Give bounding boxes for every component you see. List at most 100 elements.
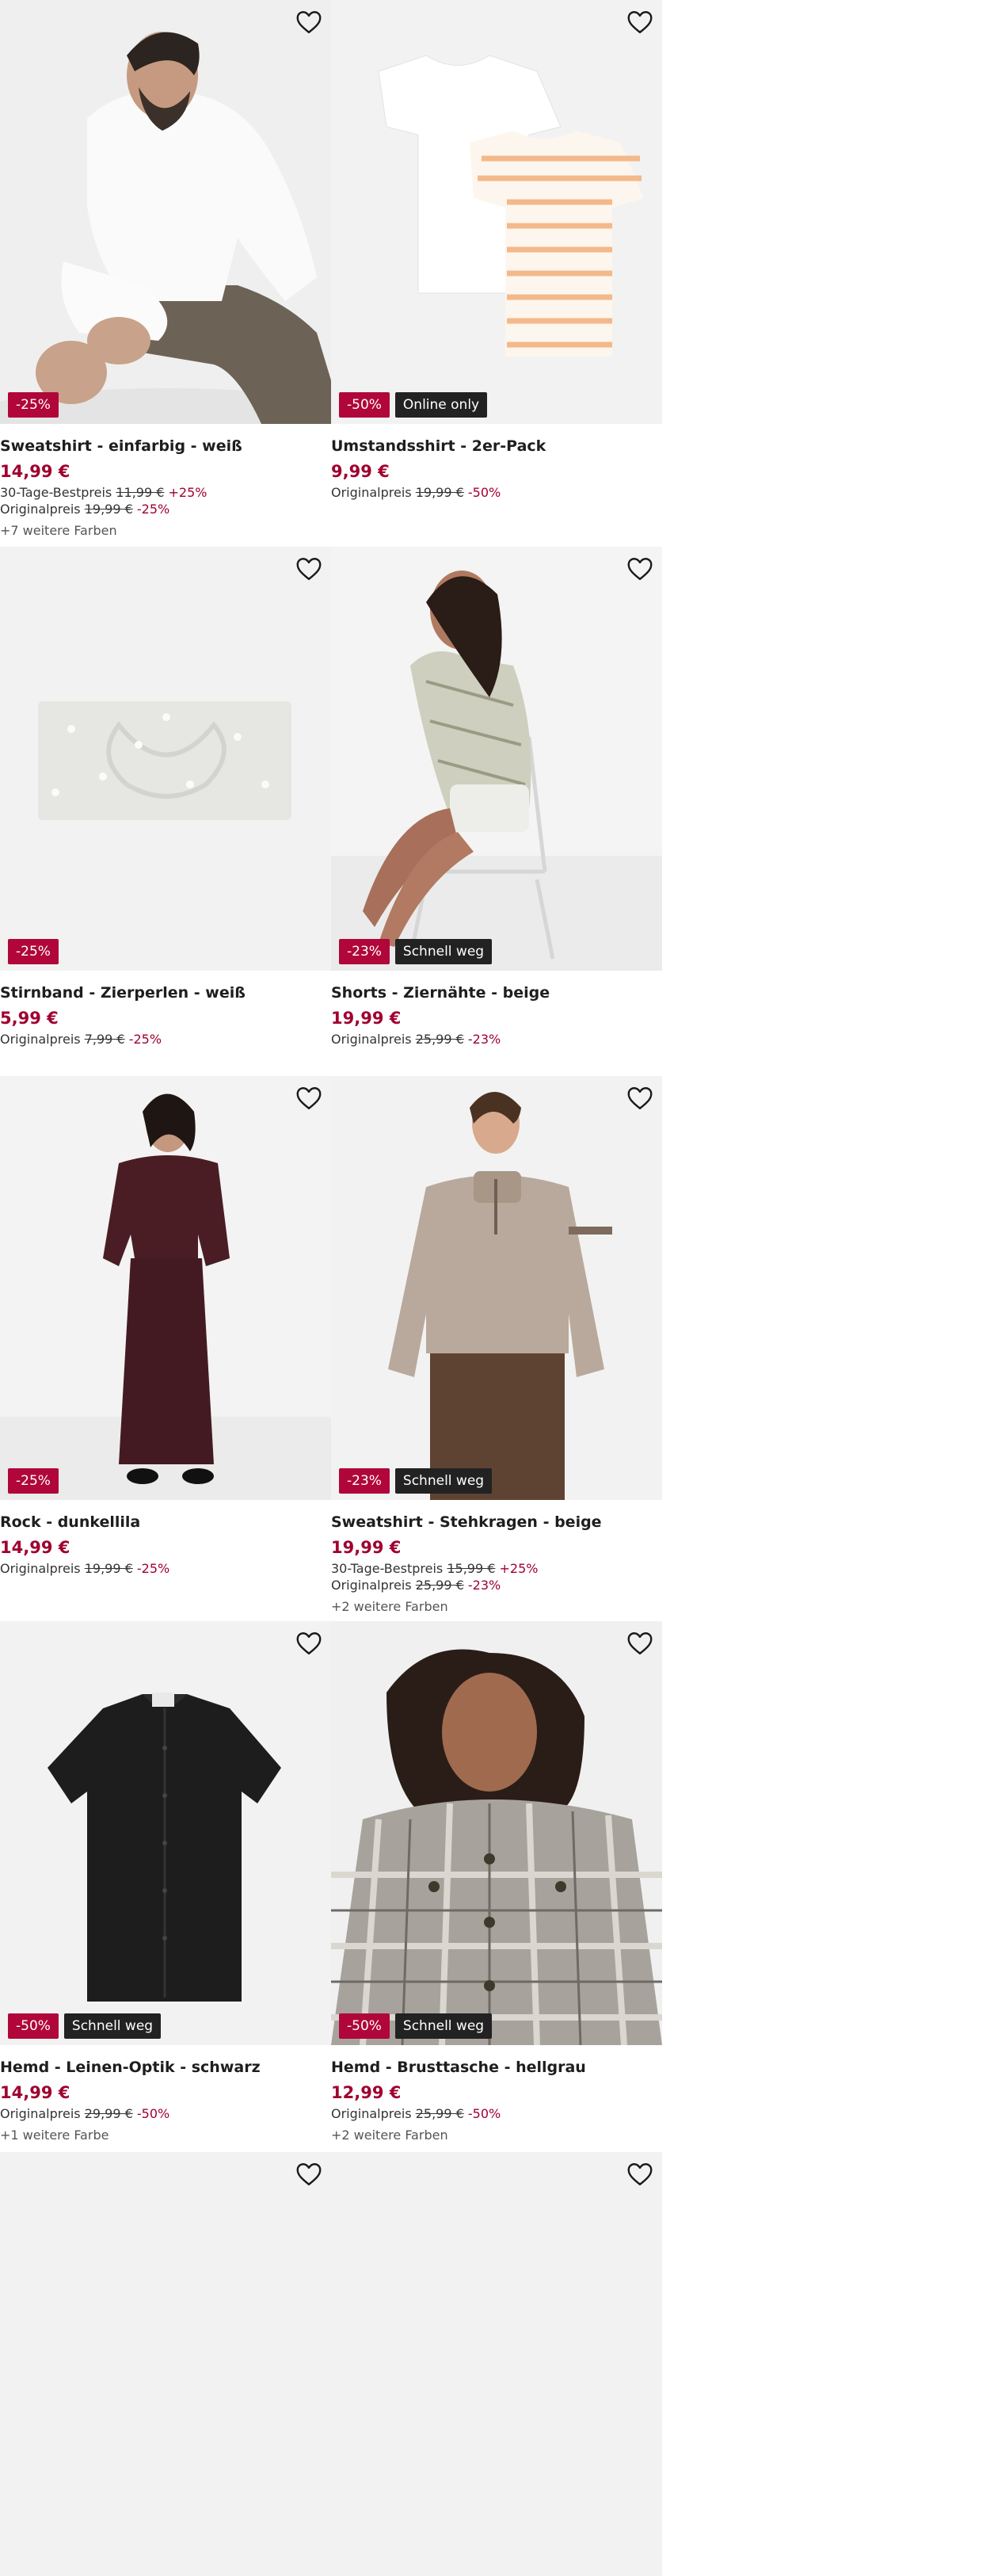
discount-badge: -25% [8,939,59,964]
heart-outline-icon[interactable] [295,1084,323,1112]
price-reference-label: Originalpreis [0,1032,81,1047]
product-image[interactable] [0,2152,331,2576]
product-name[interactable]: Umstandsshirt - 2er-Pack [331,437,662,456]
product-info: Umstandsshirt - 2er-Pack 9,99 € Original… [331,437,662,501]
sale-price: 14,99 € [0,462,70,481]
product-image[interactable]: -50% Schnell weg [0,1621,331,2045]
product-photo [0,1621,331,2045]
old-price: 25,99 € [415,1578,464,1593]
product-image[interactable]: -25% [0,1076,331,1500]
price-reference-label: 30-Tage-Bestpreis [331,1561,444,1576]
product-image[interactable] [331,2152,662,2576]
old-price: 19,99 € [84,502,133,517]
price-change-percent: -50% [467,2106,501,2121]
price-reference-label: Originalpreis [331,2106,412,2121]
heart-outline-icon[interactable] [295,1629,323,1658]
product-image[interactable]: -50% Schnell weg [331,1621,662,2045]
more-colors-link[interactable]: +2 weitere Farben [331,1598,662,1615]
more-colors-link[interactable]: +7 weitere Farben [0,522,331,539]
heart-outline-icon[interactable] [626,1629,654,1658]
badge-group: -25% [8,1468,59,1494]
price-reference-label: 30-Tage-Bestpreis [0,485,112,500]
label-badge: Schnell weg [394,1468,493,1494]
price-change-percent: -50% [136,2106,170,2121]
sale-price: 14,99 € [0,1538,70,1557]
price-reference-label: Originalpreis [0,2106,81,2121]
product-image[interactable]: -25% [0,0,331,424]
price-reference-line: Originalpreis 25,99 € -23% [331,1577,662,1593]
product-info: Hemd - Brusttasche - hellgrau 12,99 € Or… [331,2058,662,2143]
more-colors-link[interactable]: +2 weitere Farben [331,2127,662,2143]
sale-price: 14,99 € [0,2083,70,2102]
label-badge: Schnell weg [394,939,493,964]
badge-group: -50% Schnell weg [8,2013,162,2039]
badge-group: -50% Online only [339,392,488,418]
discount-badge: -25% [8,392,59,418]
price-reference-line: Originalpreis 29,99 € -50% [0,2105,331,2122]
product-name[interactable]: Hemd - Brusttasche - hellgrau [331,2058,662,2077]
product-info: Rock - dunkellila 14,99 € Originalpreis … [0,1513,331,1577]
price-reference-label: Originalpreis [331,1032,412,1047]
heart-outline-icon[interactable] [626,555,654,583]
product-info: Sweatshirt - einfarbig - weiß 14,99 € 30… [0,437,331,539]
discount-badge: -50% [8,2013,59,2039]
product-photo [0,547,331,971]
badge-group: -25% [8,392,59,418]
heart-outline-icon[interactable] [295,8,323,36]
price-reference-line: Originalpreis 7,99 € -25% [0,1031,331,1048]
price-change-percent: -23% [467,1032,501,1047]
heart-outline-icon[interactable] [626,8,654,36]
product-info: Shorts - Ziernähte - beige 19,99 € Origi… [331,983,662,1048]
price-reference-line: Originalpreis 19,99 € -25% [0,1560,331,1577]
discount-badge: -25% [8,1468,59,1494]
product-name[interactable]: Sweatshirt - Stehkragen - beige [331,1513,662,1532]
product-name[interactable]: Sweatshirt - einfarbig - weiß [0,437,331,456]
heart-outline-icon[interactable] [295,2160,323,2189]
old-price: 15,99 € [447,1561,496,1576]
product-info: Stirnband - Zierperlen - weiß 5,99 € Ori… [0,983,331,1048]
heart-outline-icon[interactable] [626,2160,654,2189]
price-change-percent: +25% [168,485,208,500]
price-reference-label: Originalpreis [331,1578,412,1593]
product-photo [0,1076,331,1500]
price-change-percent: +25% [499,1561,539,1576]
price-change-percent: -23% [467,1578,501,1593]
label-badge: Schnell weg [394,2013,493,2039]
price-reference-line: Originalpreis 25,99 € -23% [331,1031,662,1048]
product-image[interactable]: -25% [0,547,331,971]
old-price: 19,99 € [84,1561,133,1576]
price-change-percent: -25% [128,1032,162,1047]
badge-group: -23% Schnell weg [339,939,493,964]
sale-price: 12,99 € [331,2083,402,2102]
heart-outline-icon[interactable] [626,1084,654,1112]
sale-price: 19,99 € [331,1009,402,1028]
product-name[interactable]: Stirnband - Zierperlen - weiß [0,983,331,1002]
old-price: 19,99 € [415,485,464,500]
discount-badge: -23% [339,1468,390,1494]
product-image[interactable]: -23% Schnell weg [331,547,662,971]
sale-price: 5,99 € [0,1009,59,1028]
old-price: 25,99 € [415,1032,464,1047]
product-grid: -25% Sweatshirt - einfarbig - weiß 14,99… [0,0,662,2576]
product-photo [331,0,662,424]
price-reference-label: Originalpreis [0,1561,81,1576]
product-name[interactable]: Hemd - Leinen-Optik - schwarz [0,2058,331,2077]
badge-group: -23% Schnell weg [339,1468,493,1494]
more-colors-link[interactable]: +1 weitere Farbe [0,2127,331,2143]
badge-group: -25% [8,939,59,964]
product-name[interactable]: Shorts - Ziernähte - beige [331,983,662,1002]
old-price: 7,99 € [84,1032,125,1047]
price-reference-line: Originalpreis 19,99 € -25% [0,501,331,517]
price-reference-line: Originalpreis 25,99 € -50% [331,2105,662,2122]
price-change-percent: -50% [467,485,501,500]
sale-price: 9,99 € [331,462,390,481]
product-name[interactable]: Rock - dunkellila [0,1513,331,1532]
heart-outline-icon[interactable] [295,555,323,583]
product-image[interactable]: -50% Online only [331,0,662,424]
product-info: Hemd - Leinen-Optik - schwarz 14,99 € Or… [0,2058,331,2143]
product-photo [331,1076,662,1500]
product-photo [0,0,331,424]
old-price: 29,99 € [84,2106,133,2121]
product-photo [331,547,662,971]
product-image[interactable]: -23% Schnell weg [331,1076,662,1500]
